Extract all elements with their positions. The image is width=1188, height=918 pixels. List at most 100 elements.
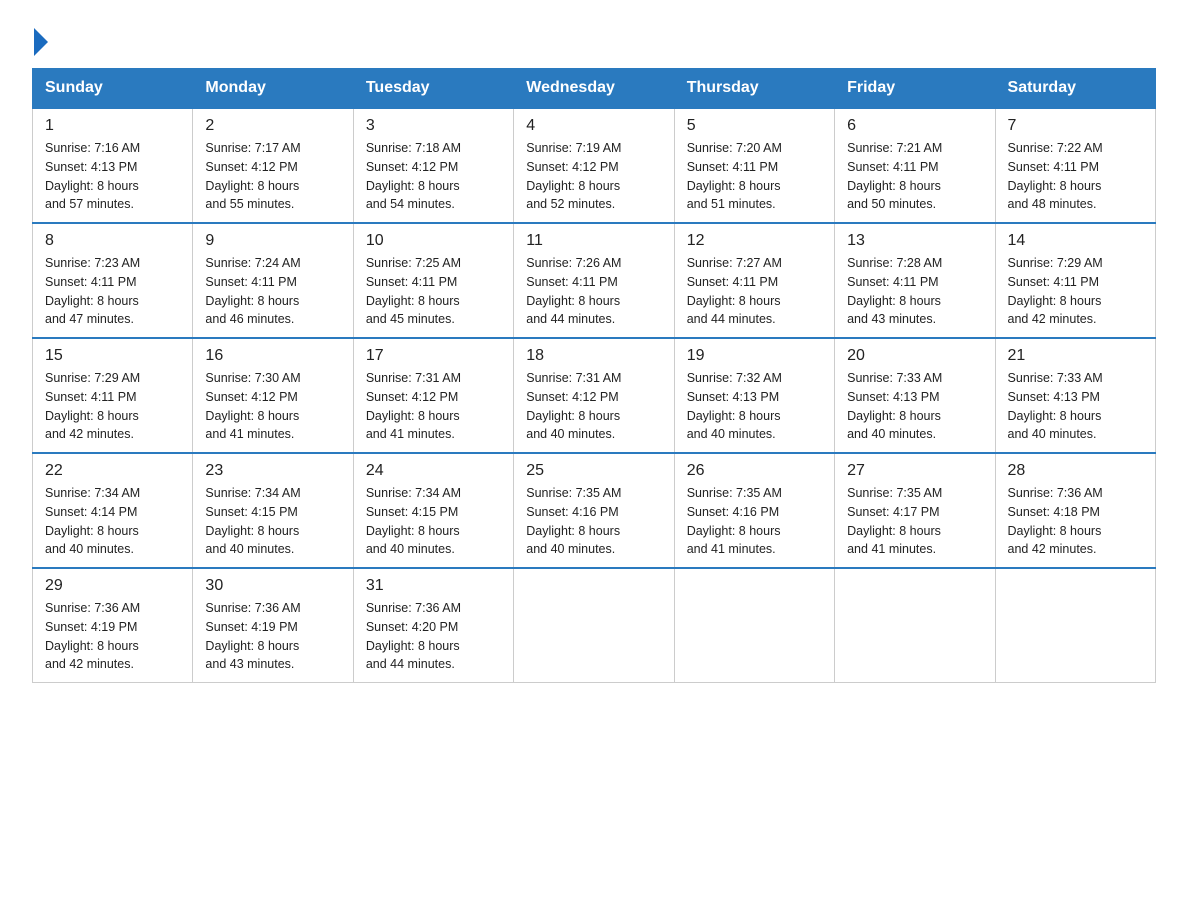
calendar-cell: 18 Sunrise: 7:31 AMSunset: 4:12 PMDaylig… <box>514 338 674 453</box>
day-number: 3 <box>366 117 501 135</box>
day-number: 26 <box>687 462 822 480</box>
day-number: 15 <box>45 347 180 365</box>
day-number: 17 <box>366 347 501 365</box>
logo <box>32 32 48 56</box>
day-number: 27 <box>847 462 982 480</box>
calendar-cell: 8 Sunrise: 7:23 AMSunset: 4:11 PMDayligh… <box>33 223 193 338</box>
week-row: 8 Sunrise: 7:23 AMSunset: 4:11 PMDayligh… <box>33 223 1156 338</box>
day-info: Sunrise: 7:31 AMSunset: 4:12 PMDaylight:… <box>366 371 461 441</box>
calendar-cell: 5 Sunrise: 7:20 AMSunset: 4:11 PMDayligh… <box>674 108 834 223</box>
calendar-cell: 6 Sunrise: 7:21 AMSunset: 4:11 PMDayligh… <box>835 108 995 223</box>
calendar-cell: 15 Sunrise: 7:29 AMSunset: 4:11 PMDaylig… <box>33 338 193 453</box>
day-info: Sunrise: 7:16 AMSunset: 4:13 PMDaylight:… <box>45 141 140 211</box>
calendar-cell <box>514 568 674 683</box>
day-number: 24 <box>366 462 501 480</box>
day-info: Sunrise: 7:35 AMSunset: 4:16 PMDaylight:… <box>687 486 782 556</box>
calendar-cell: 16 Sunrise: 7:30 AMSunset: 4:12 PMDaylig… <box>193 338 353 453</box>
day-number: 9 <box>205 232 340 250</box>
calendar-cell: 30 Sunrise: 7:36 AMSunset: 4:19 PMDaylig… <box>193 568 353 683</box>
day-info: Sunrise: 7:20 AMSunset: 4:11 PMDaylight:… <box>687 141 782 211</box>
column-header-saturday: Saturday <box>995 69 1155 109</box>
week-row: 1 Sunrise: 7:16 AMSunset: 4:13 PMDayligh… <box>33 108 1156 223</box>
day-info: Sunrise: 7:36 AMSunset: 4:20 PMDaylight:… <box>366 601 461 671</box>
calendar-cell: 13 Sunrise: 7:28 AMSunset: 4:11 PMDaylig… <box>835 223 995 338</box>
day-info: Sunrise: 7:34 AMSunset: 4:14 PMDaylight:… <box>45 486 140 556</box>
calendar-cell: 24 Sunrise: 7:34 AMSunset: 4:15 PMDaylig… <box>353 453 513 568</box>
day-number: 29 <box>45 577 180 595</box>
column-header-friday: Friday <box>835 69 995 109</box>
day-info: Sunrise: 7:33 AMSunset: 4:13 PMDaylight:… <box>847 371 942 441</box>
calendar-table: SundayMondayTuesdayWednesdayThursdayFrid… <box>32 68 1156 683</box>
day-number: 28 <box>1008 462 1143 480</box>
day-number: 5 <box>687 117 822 135</box>
day-info: Sunrise: 7:35 AMSunset: 4:16 PMDaylight:… <box>526 486 621 556</box>
calendar-cell: 1 Sunrise: 7:16 AMSunset: 4:13 PMDayligh… <box>33 108 193 223</box>
day-info: Sunrise: 7:25 AMSunset: 4:11 PMDaylight:… <box>366 256 461 326</box>
day-info: Sunrise: 7:31 AMSunset: 4:12 PMDaylight:… <box>526 371 621 441</box>
calendar-cell: 7 Sunrise: 7:22 AMSunset: 4:11 PMDayligh… <box>995 108 1155 223</box>
day-number: 19 <box>687 347 822 365</box>
day-number: 25 <box>526 462 661 480</box>
day-number: 20 <box>847 347 982 365</box>
day-info: Sunrise: 7:18 AMSunset: 4:12 PMDaylight:… <box>366 141 461 211</box>
day-number: 1 <box>45 117 180 135</box>
calendar-cell: 17 Sunrise: 7:31 AMSunset: 4:12 PMDaylig… <box>353 338 513 453</box>
calendar-cell: 2 Sunrise: 7:17 AMSunset: 4:12 PMDayligh… <box>193 108 353 223</box>
day-info: Sunrise: 7:24 AMSunset: 4:11 PMDaylight:… <box>205 256 300 326</box>
week-row: 15 Sunrise: 7:29 AMSunset: 4:11 PMDaylig… <box>33 338 1156 453</box>
page-header <box>32 24 1156 56</box>
calendar-cell: 25 Sunrise: 7:35 AMSunset: 4:16 PMDaylig… <box>514 453 674 568</box>
day-info: Sunrise: 7:22 AMSunset: 4:11 PMDaylight:… <box>1008 141 1103 211</box>
day-number: 6 <box>847 117 982 135</box>
calendar-header-row: SundayMondayTuesdayWednesdayThursdayFrid… <box>33 69 1156 109</box>
day-info: Sunrise: 7:19 AMSunset: 4:12 PMDaylight:… <box>526 141 621 211</box>
calendar-cell <box>835 568 995 683</box>
day-number: 23 <box>205 462 340 480</box>
column-header-wednesday: Wednesday <box>514 69 674 109</box>
week-row: 22 Sunrise: 7:34 AMSunset: 4:14 PMDaylig… <box>33 453 1156 568</box>
day-number: 22 <box>45 462 180 480</box>
day-number: 13 <box>847 232 982 250</box>
day-number: 8 <box>45 232 180 250</box>
calendar-cell <box>995 568 1155 683</box>
day-info: Sunrise: 7:34 AMSunset: 4:15 PMDaylight:… <box>366 486 461 556</box>
day-info: Sunrise: 7:23 AMSunset: 4:11 PMDaylight:… <box>45 256 140 326</box>
day-number: 30 <box>205 577 340 595</box>
day-number: 31 <box>366 577 501 595</box>
day-info: Sunrise: 7:28 AMSunset: 4:11 PMDaylight:… <box>847 256 942 326</box>
day-number: 2 <box>205 117 340 135</box>
calendar-cell: 31 Sunrise: 7:36 AMSunset: 4:20 PMDaylig… <box>353 568 513 683</box>
calendar-cell: 28 Sunrise: 7:36 AMSunset: 4:18 PMDaylig… <box>995 453 1155 568</box>
logo-triangle-icon <box>34 28 48 56</box>
day-info: Sunrise: 7:30 AMSunset: 4:12 PMDaylight:… <box>205 371 300 441</box>
calendar-cell: 9 Sunrise: 7:24 AMSunset: 4:11 PMDayligh… <box>193 223 353 338</box>
day-info: Sunrise: 7:33 AMSunset: 4:13 PMDaylight:… <box>1008 371 1103 441</box>
day-info: Sunrise: 7:36 AMSunset: 4:18 PMDaylight:… <box>1008 486 1103 556</box>
day-info: Sunrise: 7:35 AMSunset: 4:17 PMDaylight:… <box>847 486 942 556</box>
calendar-cell: 22 Sunrise: 7:34 AMSunset: 4:14 PMDaylig… <box>33 453 193 568</box>
calendar-cell: 21 Sunrise: 7:33 AMSunset: 4:13 PMDaylig… <box>995 338 1155 453</box>
calendar-cell <box>674 568 834 683</box>
day-number: 16 <box>205 347 340 365</box>
calendar-cell: 14 Sunrise: 7:29 AMSunset: 4:11 PMDaylig… <box>995 223 1155 338</box>
day-info: Sunrise: 7:29 AMSunset: 4:11 PMDaylight:… <box>1008 256 1103 326</box>
calendar-cell: 4 Sunrise: 7:19 AMSunset: 4:12 PMDayligh… <box>514 108 674 223</box>
calendar-cell: 3 Sunrise: 7:18 AMSunset: 4:12 PMDayligh… <box>353 108 513 223</box>
day-number: 14 <box>1008 232 1143 250</box>
calendar-cell: 27 Sunrise: 7:35 AMSunset: 4:17 PMDaylig… <box>835 453 995 568</box>
day-number: 7 <box>1008 117 1143 135</box>
day-info: Sunrise: 7:17 AMSunset: 4:12 PMDaylight:… <box>205 141 300 211</box>
day-number: 12 <box>687 232 822 250</box>
day-info: Sunrise: 7:29 AMSunset: 4:11 PMDaylight:… <box>45 371 140 441</box>
day-info: Sunrise: 7:36 AMSunset: 4:19 PMDaylight:… <box>45 601 140 671</box>
column-header-tuesday: Tuesday <box>353 69 513 109</box>
day-info: Sunrise: 7:32 AMSunset: 4:13 PMDaylight:… <box>687 371 782 441</box>
day-number: 11 <box>526 232 661 250</box>
column-header-monday: Monday <box>193 69 353 109</box>
calendar-cell: 11 Sunrise: 7:26 AMSunset: 4:11 PMDaylig… <box>514 223 674 338</box>
day-number: 21 <box>1008 347 1143 365</box>
day-info: Sunrise: 7:36 AMSunset: 4:19 PMDaylight:… <box>205 601 300 671</box>
day-info: Sunrise: 7:34 AMSunset: 4:15 PMDaylight:… <box>205 486 300 556</box>
day-info: Sunrise: 7:21 AMSunset: 4:11 PMDaylight:… <box>847 141 942 211</box>
calendar-cell: 23 Sunrise: 7:34 AMSunset: 4:15 PMDaylig… <box>193 453 353 568</box>
